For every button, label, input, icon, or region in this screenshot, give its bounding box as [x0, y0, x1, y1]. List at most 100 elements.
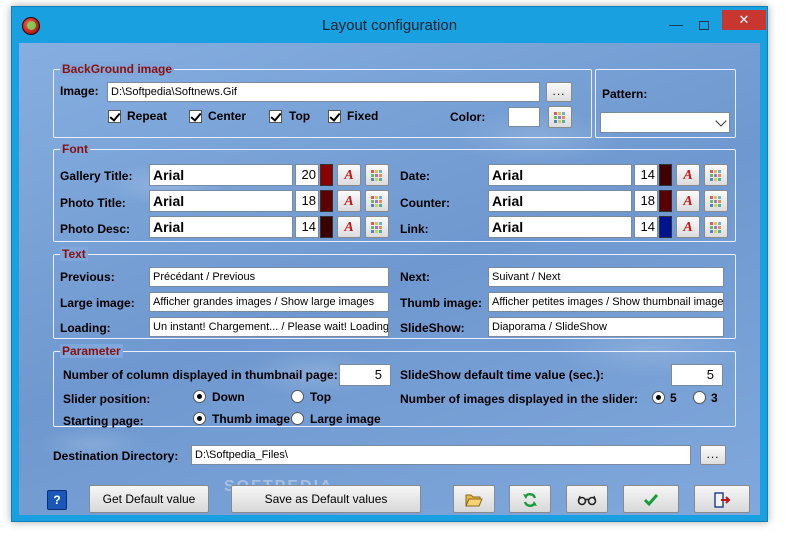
- destination-browse-button[interactable]: ...: [700, 445, 726, 465]
- font-a-icon: A: [344, 168, 354, 183]
- loading-text-field[interactable]: Un instant! Chargement... / Please wait!…: [149, 317, 389, 337]
- main-window: Layout configuration — ✕ BackGround imag…: [11, 6, 768, 522]
- photo-desc-font-field[interactable]: Arial: [149, 216, 293, 238]
- slider-images-3-radio[interactable]: [693, 391, 706, 404]
- pattern-label: Pattern:: [602, 87, 648, 101]
- fixed-checkbox[interactable]: [328, 110, 341, 123]
- close-button[interactable]: ✕: [722, 10, 766, 30]
- font-a-icon: A: [683, 168, 693, 183]
- checkmark-icon: [643, 493, 659, 507]
- repeat-label: Repeat: [127, 109, 168, 123]
- gallery-title-size-field[interactable]: 20: [295, 164, 319, 186]
- gallery-title-font-button[interactable]: A: [337, 164, 361, 186]
- save-default-button[interactable]: Save as Default values: [231, 485, 421, 513]
- previous-label: Previous:: [60, 270, 115, 284]
- image-label: Image:: [60, 84, 99, 98]
- preview-button[interactable]: [566, 485, 608, 513]
- photo-title-size-field[interactable]: 18: [295, 190, 319, 212]
- title-bar[interactable]: Layout configuration — ✕: [12, 7, 767, 43]
- gallery-title-color-button[interactable]: [365, 164, 389, 186]
- font-a-icon: A: [344, 194, 354, 209]
- counter-color-swatch: [659, 190, 672, 212]
- color-grid-icon: [710, 222, 722, 234]
- photo-title-font-field[interactable]: Arial: [149, 190, 293, 212]
- thumb-image-text-field[interactable]: Afficher petites images / Show thumbnail…: [488, 292, 724, 312]
- exit-door-icon: [714, 492, 731, 508]
- top-label: Top: [289, 109, 311, 123]
- next-label: Next:: [400, 270, 431, 284]
- next-text-field[interactable]: Suivant / Next: [488, 267, 724, 287]
- refresh-icon: [523, 492, 537, 507]
- date-font-field[interactable]: Arial: [488, 164, 632, 186]
- photo-title-color-button[interactable]: [365, 190, 389, 212]
- starting-page-thumb-radio[interactable]: [193, 412, 206, 425]
- destination-directory-field[interactable]: D:\Softpedia_Files\: [191, 445, 691, 465]
- photo-desc-font-button[interactable]: A: [337, 216, 361, 238]
- date-font-button[interactable]: A: [676, 164, 700, 186]
- window-title: Layout configuration: [321, 17, 458, 34]
- large-image-text-field[interactable]: Afficher grandes images / Show large ima…: [149, 292, 389, 312]
- link-font-button[interactable]: A: [676, 216, 700, 238]
- slider-position-label: Slider position:: [63, 392, 151, 406]
- color-grid-icon: [371, 222, 383, 234]
- font-a-icon: A: [683, 194, 693, 209]
- exit-button[interactable]: [694, 485, 750, 513]
- color-grid-icon: [554, 112, 566, 124]
- color-label: Color:: [450, 110, 486, 124]
- fixed-label: Fixed: [347, 109, 379, 123]
- gallery-title-font-field[interactable]: Arial: [149, 164, 293, 186]
- top-checkbox[interactable]: [269, 110, 282, 123]
- slideshow-time-field[interactable]: 5: [671, 364, 723, 386]
- chevron-down-icon: [715, 115, 727, 127]
- slider-position-top-radio[interactable]: [291, 390, 304, 403]
- refresh-button[interactable]: [509, 485, 551, 513]
- link-color-swatch: [659, 216, 672, 238]
- counter-color-button[interactable]: [704, 190, 728, 212]
- counter-size-field[interactable]: 18: [634, 190, 658, 212]
- pattern-dropdown[interactable]: [600, 112, 730, 133]
- starting-page-large-radio[interactable]: [291, 412, 304, 425]
- center-label: Center: [208, 109, 247, 123]
- help-button[interactable]: ?: [47, 490, 67, 510]
- gallery-title-label: Gallery Title:: [60, 169, 133, 183]
- text-group: Text Previous: Précédant / Previous Larg…: [53, 247, 736, 339]
- link-size-field[interactable]: 14: [634, 216, 658, 238]
- ok-button[interactable]: [623, 485, 679, 513]
- open-folder-button[interactable]: [453, 485, 495, 513]
- date-color-button[interactable]: [704, 164, 728, 186]
- starting-page-large-label: Large image: [310, 412, 381, 426]
- slideshow-label: SlideShow:: [400, 321, 465, 335]
- photo-desc-color-button[interactable]: [365, 216, 389, 238]
- repeat-checkbox[interactable]: [108, 110, 121, 123]
- slider-images-3-label: 3: [711, 391, 718, 405]
- image-browse-button[interactable]: ...: [546, 82, 572, 102]
- date-color-swatch: [659, 164, 672, 186]
- counter-font-field[interactable]: Arial: [488, 190, 632, 212]
- destination-label: Destination Directory:: [53, 449, 179, 463]
- get-default-button[interactable]: Get Default value: [89, 485, 209, 513]
- font-group: Font Gallery Title: Arial 20 A Photo Tit…: [53, 142, 736, 242]
- minimize-button[interactable]: —: [662, 14, 690, 35]
- link-font-field[interactable]: Arial: [488, 216, 632, 238]
- slider-images-5-radio[interactable]: [652, 391, 665, 404]
- center-checkbox[interactable]: [189, 110, 202, 123]
- slider-images-label: Number of images displayed in the slider…: [400, 392, 639, 406]
- date-label: Date:: [400, 169, 431, 183]
- background-color-field[interactable]: [508, 107, 540, 127]
- link-color-button[interactable]: [704, 216, 728, 238]
- slider-position-down-radio[interactable]: [193, 390, 206, 403]
- previous-text-field[interactable]: Précédant / Previous: [149, 267, 389, 287]
- color-grid-icon: [371, 170, 383, 182]
- counter-font-button[interactable]: A: [676, 190, 700, 212]
- photo-desc-size-field[interactable]: 14: [295, 216, 319, 238]
- columns-field[interactable]: 5: [339, 364, 391, 386]
- slideshow-text-field[interactable]: Diaporama / SlideShow: [488, 317, 724, 337]
- background-color-picker-button[interactable]: [548, 106, 572, 128]
- maximize-icon: [699, 20, 709, 30]
- background-image-group: BackGround image Image: D:\Softpedia\Sof…: [53, 62, 592, 138]
- image-path-field[interactable]: D:\Softpedia\Softnews.Gif: [107, 82, 540, 102]
- slider-images-5-label: 5: [670, 391, 677, 405]
- photo-title-font-button[interactable]: A: [337, 190, 361, 212]
- date-size-field[interactable]: 14: [634, 164, 658, 186]
- maximize-button[interactable]: [690, 14, 718, 35]
